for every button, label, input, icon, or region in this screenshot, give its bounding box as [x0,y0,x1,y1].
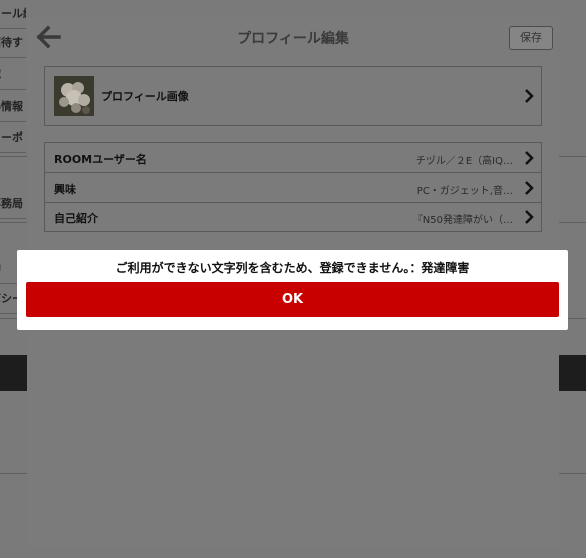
save-button[interactable]: 保存 [509,26,553,50]
bg-menu-item: 認 [0,61,26,90]
ok-button[interactable]: OK [26,282,559,317]
bg-menu-item: ィール編集 [0,0,26,29]
page-title: プロフィール編集 [237,31,349,47]
chevron-right-icon [525,181,534,195]
profile-image [54,76,94,116]
row-label: 自己紹介 [54,212,98,225]
row-value: チヅル／２E（高IQ… [415,156,513,167]
bg-menu-item: 事務局 [0,190,26,219]
row-value: PC・ガジェット,音… [416,186,513,197]
bg-menu-item: クーポ [0,124,26,153]
alert-message: ご利用ができない文字列を含むため、登録できません。：発達障害 [115,261,470,275]
list-item-room-username[interactable]: ROOMユーザー名 チヅル／２E（高IQ… [45,143,541,173]
chevron-right-icon [525,151,534,165]
profile-info-list: ROOMユーザー名 チヅル／２E（高IQ… 興味 PC・ガジェット,音… 自己紹… [44,142,542,232]
chevron-right-icon [525,89,534,103]
chevron-right-icon [525,210,534,224]
bg-menu-item: 招待す [0,29,26,58]
profile-image-thumbnail [54,76,94,116]
error-alert-dialog: ご利用ができない文字列を含むため、登録できません。：発達障害 OK [17,250,568,330]
profile-image-label: プロフィール画像 [101,90,189,103]
list-item-interests[interactable]: 興味 PC・ガジェット,音… [45,173,541,203]
profile-image-row[interactable]: プロフィール画像 [44,66,542,126]
row-label: 興味 [54,183,76,196]
bg-menu-item: 得情報 [0,93,26,122]
row-value: 『N50発達障がい（… [412,215,513,226]
row-label: ROOMユーザー名 [54,153,147,166]
modal-header: プロフィール編集 保存 [27,18,559,56]
list-item-self-intro[interactable]: 自己紹介 『N50発達障がい（… [45,202,541,231]
